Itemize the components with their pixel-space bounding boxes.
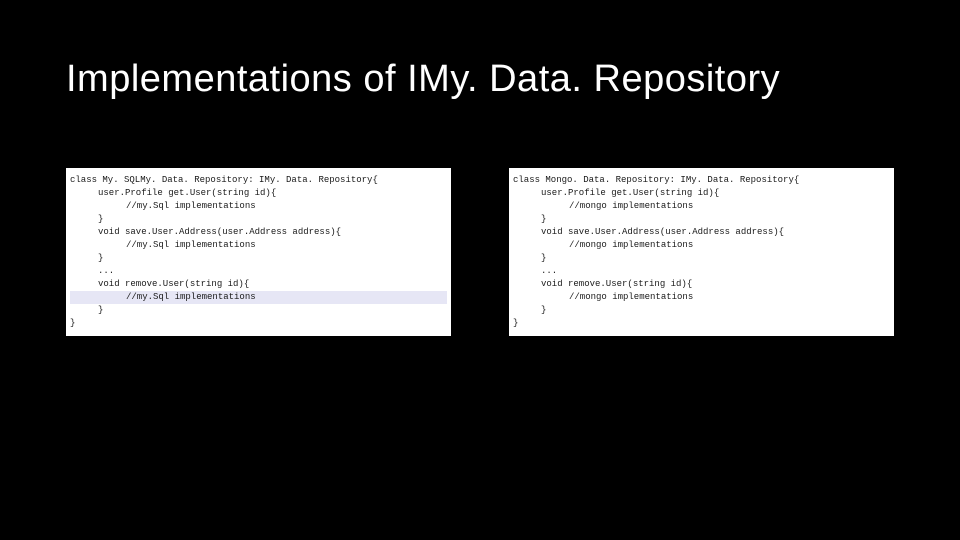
code-line: }: [70, 252, 447, 265]
code-line: //my.Sql implementations: [70, 200, 447, 213]
code-line: class My. SQLMy. Data. Repository: IMy. …: [70, 174, 447, 187]
code-line: //my.Sql implementations: [70, 239, 447, 252]
code-line: }: [70, 317, 447, 330]
code-line: void save.User.Address(user.Address addr…: [70, 226, 447, 239]
code-line: void remove.User(string id){: [70, 278, 447, 291]
code-line: //mongo implementations: [513, 200, 890, 213]
code-line: }: [513, 213, 890, 226]
code-line: user.Profile get.User(string id){: [70, 187, 447, 200]
code-row: class My. SQLMy. Data. Repository: IMy. …: [66, 168, 894, 336]
code-line: }: [513, 304, 890, 317]
code-line: }: [70, 304, 447, 317]
code-line: user.Profile get.User(string id){: [513, 187, 890, 200]
code-panel-right: class Mongo. Data. Repository: IMy. Data…: [509, 168, 894, 336]
code-panel-left: class My. SQLMy. Data. Repository: IMy. …: [66, 168, 451, 336]
code-line: }: [513, 317, 890, 330]
code-line: //mongo implementations: [513, 291, 890, 304]
code-line: ...: [513, 265, 890, 278]
code-line: class Mongo. Data. Repository: IMy. Data…: [513, 174, 890, 187]
code-line: //mongo implementations: [513, 239, 890, 252]
code-line: ...: [70, 265, 447, 278]
slide: Implementations of IMy. Data. Repository…: [0, 0, 960, 540]
code-line-highlight: //my.Sql implementations: [70, 291, 447, 304]
slide-title: Implementations of IMy. Data. Repository: [66, 58, 780, 101]
code-line: void save.User.Address(user.Address addr…: [513, 226, 890, 239]
code-line: }: [513, 252, 890, 265]
code-line: }: [70, 213, 447, 226]
code-line: void remove.User(string id){: [513, 278, 890, 291]
